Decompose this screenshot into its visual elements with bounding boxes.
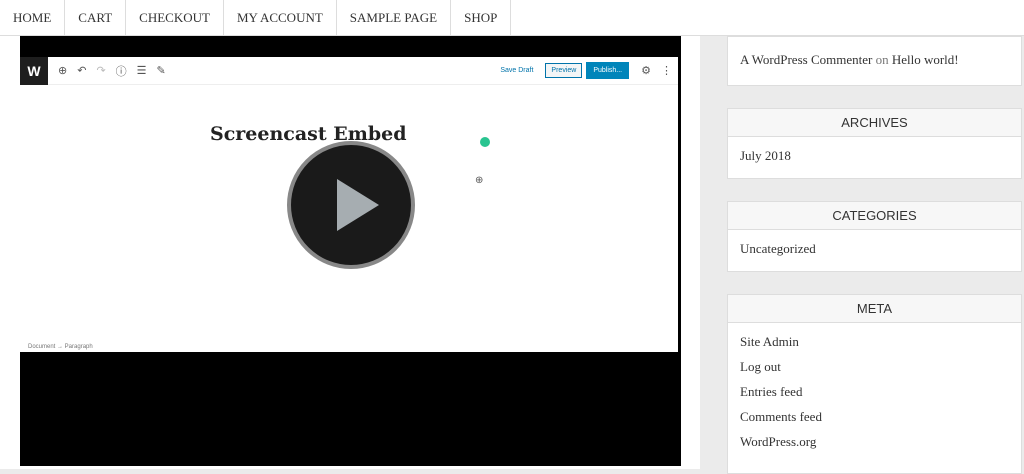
breadcrumb: Document → Paragraph [28, 344, 93, 350]
meta-link-wordpress-org[interactable]: WordPress.org [740, 434, 816, 449]
nav-checkout[interactable]: CHECKOUT [126, 0, 224, 35]
categories-title: CATEGORIES [728, 202, 1021, 230]
nav-sample-page[interactable]: SAMPLE PAGE [337, 0, 452, 35]
comment-on-text: on [875, 52, 889, 67]
comment-author-link[interactable]: A WordPress Commenter [740, 52, 872, 67]
save-draft-label: Save Draft [500, 67, 534, 74]
gear-icon: ⚙ [641, 65, 651, 77]
post-title: Screencast Embed [210, 123, 407, 145]
editor-toolbar: W ⊕ ↶ ↷ ⓘ ☰ ✎ Save Draft Preview Publish… [20, 56, 678, 85]
meta-link-comments-feed[interactable]: Comments feed [740, 409, 822, 424]
nav-cart[interactable]: CART [65, 0, 127, 35]
play-icon[interactable] [287, 141, 415, 269]
outline-icon: ☰ [136, 65, 147, 77]
publish-label: Publish... [586, 62, 630, 79]
nav-shop[interactable]: SHOP [451, 0, 512, 35]
categories-widget: CATEGORIES Uncategorized [727, 201, 1022, 272]
archives-title: ARCHIVES [728, 109, 1021, 137]
archives-widget: ARCHIVES July 2018 [727, 108, 1022, 179]
add-block-icon: ⊕ [58, 65, 68, 77]
meta-link-site-admin[interactable]: Site Admin [740, 334, 799, 349]
main-nav: HOME CART CHECKOUT MY ACCOUNT SAMPLE PAG… [0, 0, 1024, 36]
video-player[interactable]: W ⊕ ↶ ↷ ⓘ ☰ ✎ Save Draft Preview Publish… [20, 36, 681, 466]
nav-my-account[interactable]: MY ACCOUNT [224, 0, 337, 35]
nav-home[interactable]: HOME [0, 0, 66, 35]
redo-icon: ↷ [96, 65, 106, 77]
recent-comments-widget: A WordPress Commenter on Hello world! [727, 36, 1022, 86]
meta-widget: META Site Admin Log out Entries feed Com… [727, 294, 1022, 474]
comment-post-link[interactable]: Hello world! [892, 52, 959, 67]
meta-link-entries-feed[interactable]: Entries feed [740, 384, 802, 399]
archive-link[interactable]: July 2018 [740, 148, 791, 163]
grammarly-icon [480, 137, 490, 147]
wordpress-logo-icon: W [20, 56, 48, 85]
meta-link-log-out[interactable]: Log out [740, 359, 781, 374]
category-link[interactable]: Uncategorized [740, 241, 816, 256]
undo-icon: ↶ [77, 65, 87, 77]
more-icon: ⋮ [661, 65, 672, 77]
meta-title: META [728, 295, 1021, 323]
add-block-inline-icon: ⊕ [475, 175, 484, 186]
info-icon: ⓘ [115, 65, 127, 78]
preview-label: Preview [545, 63, 583, 78]
pencil-icon: ✎ [156, 65, 166, 77]
